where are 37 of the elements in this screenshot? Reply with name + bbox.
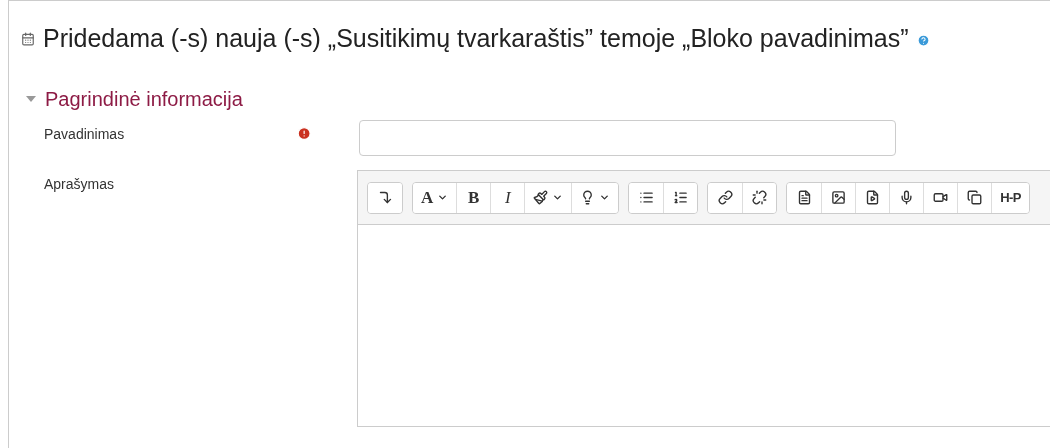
- help-icon[interactable]: [916, 34, 930, 48]
- field-label: Aprašymas: [44, 175, 116, 195]
- file-video-icon: [865, 190, 881, 206]
- media-button[interactable]: [855, 182, 890, 213]
- brush-icon: [533, 190, 549, 206]
- record-audio-button[interactable]: [889, 182, 924, 213]
- numbered-list-icon: [673, 190, 689, 206]
- arrow-icon: [377, 190, 393, 206]
- bullet-list-button[interactable]: [629, 182, 664, 213]
- link-icon: [717, 190, 733, 206]
- h5p-button[interactable]: H-P: [991, 182, 1029, 213]
- calendar-icon: [21, 31, 35, 46]
- bold-button[interactable]: B: [456, 182, 491, 213]
- image-icon: [831, 190, 847, 206]
- field-label: Pavadinimas: [44, 125, 126, 145]
- highlight-button[interactable]: [571, 182, 619, 213]
- record-video-button[interactable]: [923, 182, 958, 213]
- unlink-button[interactable]: [742, 182, 777, 213]
- document-icon: [796, 190, 812, 206]
- image-button[interactable]: [821, 182, 856, 213]
- page-title: Pridedama (-s) nauja (-s) „Susitikimų tvarkaraštis” temoje „Bloko pavadinimas”: [43, 23, 909, 54]
- text-editor[interactable]: A B I H-P: [357, 170, 1050, 428]
- expand-triangle-icon[interactable]: [25, 95, 37, 104]
- italic-button[interactable]: I: [490, 182, 525, 213]
- section-heading[interactable]: Pagrindinė informacija: [45, 84, 243, 115]
- broken-link-icon: [752, 190, 768, 206]
- collapse-button[interactable]: [368, 182, 402, 213]
- microphone-icon: [899, 190, 915, 206]
- font-button[interactable]: A: [413, 182, 457, 213]
- copy-icon: [967, 190, 983, 206]
- word-paste-button[interactable]: [787, 182, 822, 213]
- bullet-list-icon: [638, 190, 654, 206]
- numbered-list-button[interactable]: [663, 182, 698, 213]
- manage-files-button[interactable]: [957, 182, 992, 213]
- text-color-button[interactable]: [524, 182, 572, 213]
- link-button[interactable]: [708, 182, 743, 213]
- name-input-field[interactable]: [359, 120, 896, 157]
